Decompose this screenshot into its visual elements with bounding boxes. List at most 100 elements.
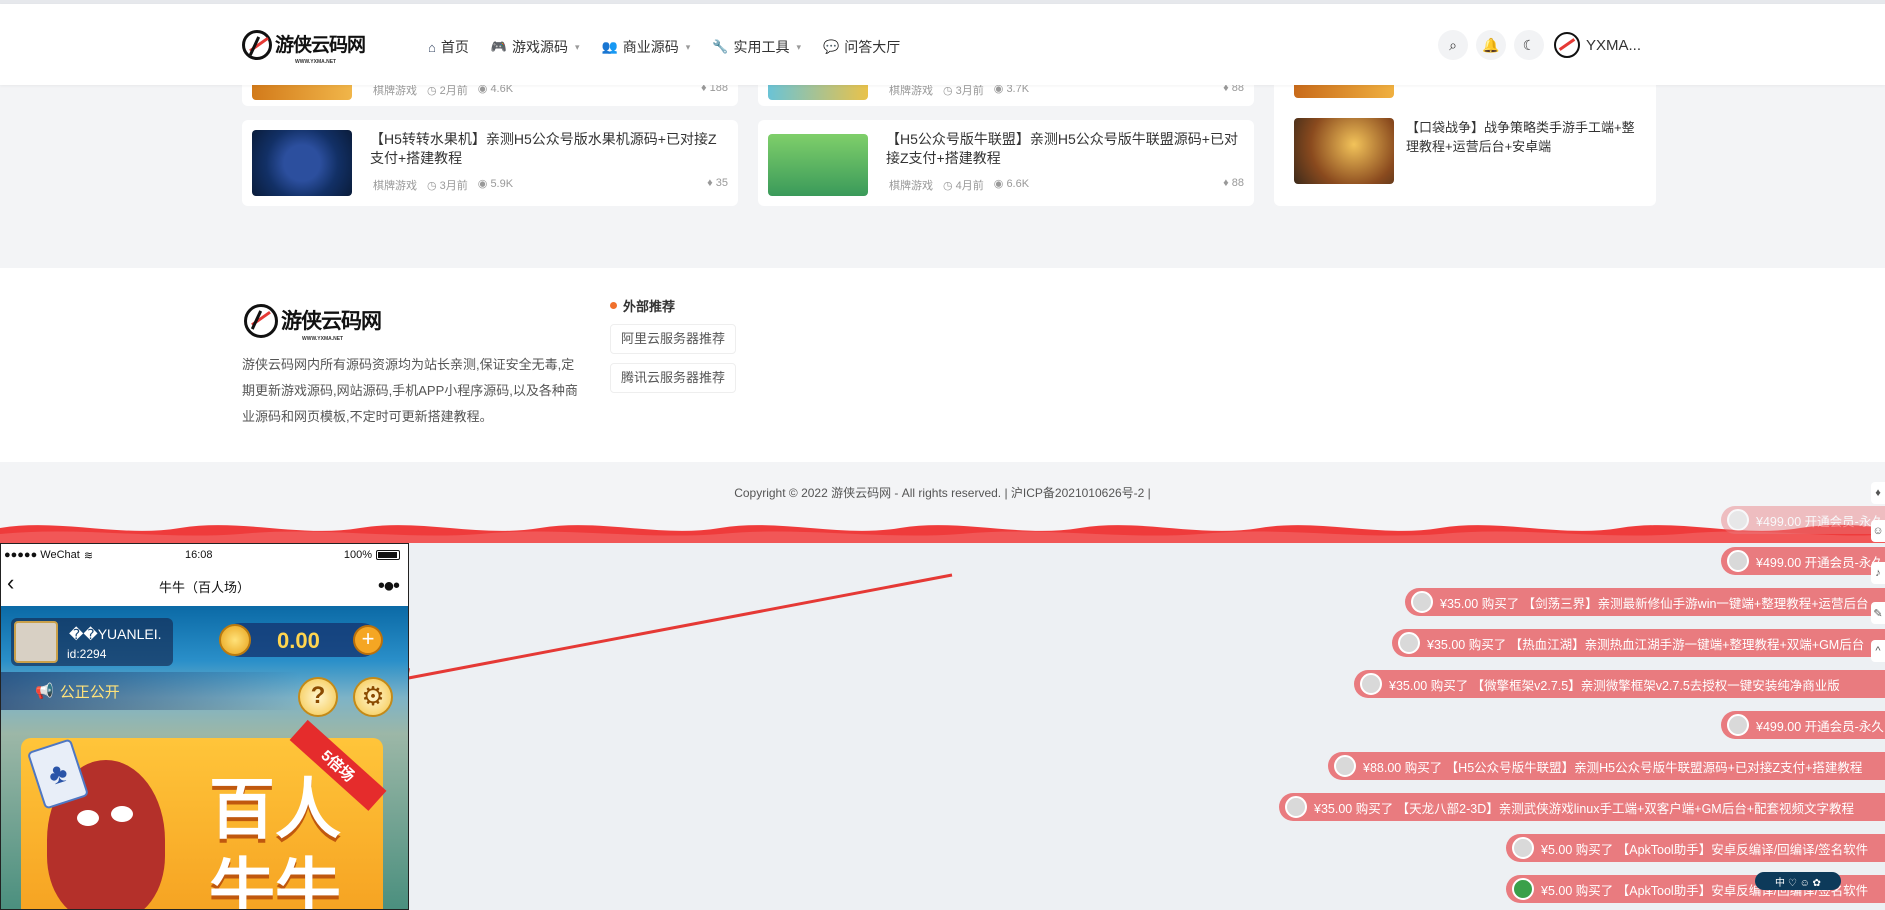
more-dots-icon[interactable]: •●•: [378, 575, 400, 598]
footer-link-aliyun[interactable]: 阿里云服务器推荐: [610, 324, 737, 354]
mini-widget-badge[interactable]: 中 ♡ ☺ ✿: [1755, 872, 1841, 890]
megaphone-icon: 📢: [35, 683, 54, 700]
settings-button[interactable]: ⚙: [353, 677, 393, 717]
purchase-notification: ¥35.00 购买了 【天龙八部2-3D】亲测武侠游戏linux手工端+双客户端…: [1279, 793, 1885, 821]
footer-link-tencent[interactable]: 腾讯云服务器推荐: [610, 363, 737, 393]
bell-icon: 🔔: [1482, 36, 1500, 53]
nav-label: 游戏源码: [512, 39, 569, 55]
battery-status: 100%: [344, 549, 400, 561]
site-logo[interactable]: 游侠云码网 WWW.YXMA.NET: [242, 30, 366, 65]
dark-mode-toggle[interactable]: ☾: [1514, 30, 1544, 60]
sidebar-post-list: 【口袋战争】战争策略类手游手工端+整理教程+运营后台+安卓端: [1274, 70, 1656, 206]
purchase-notification: ¥499.00 开通会员-永久: [1721, 506, 1885, 534]
post-likes: ♦ 88: [1223, 177, 1244, 189]
footer-description: 游侠云码网内所有源码资源均为站长亲测,保证安全无毒,定期更新游戏源码,网站源码,…: [242, 357, 578, 424]
post-card[interactable]: 【H5转转水果机】亲测H5公众号版水果机源码+已对接Z支付+搭建教程 棋牌游戏 ◷…: [242, 120, 738, 206]
likes-count: 35: [715, 177, 728, 189]
logo-text: 游侠云码网: [281, 308, 382, 333]
post-views: 6.6K: [1006, 178, 1030, 190]
likes-count: 88: [1231, 177, 1244, 189]
gear-icon: ⚙: [361, 681, 385, 711]
logo-text: 游侠云码网: [275, 33, 366, 56]
game-room-card[interactable]: 5倍场 ♣ 百人 牛牛: [21, 719, 387, 910]
notice-bar: 📢 公正公开: [1, 672, 301, 710]
page-title: 牛牛（百人场）: [158, 579, 250, 595]
chevron-down-icon: ▾: [796, 41, 802, 52]
post-category: 棋牌游戏: [373, 180, 417, 192]
back-to-top-icon[interactable]: ^: [1871, 640, 1885, 662]
clock-icon: ◷ 4月前: [943, 180, 984, 192]
nav-item-business-source[interactable]: 👥 商业源码 ▾: [602, 37, 691, 57]
carrier-text: ●●●●● WeChat: [4, 549, 80, 561]
player-name: ��YUANLEI.: [69, 626, 162, 642]
footer-logo[interactable]: 游侠云码网 WWW.YXMA.NET: [244, 304, 382, 342]
main-nav: ⌂ 首页 🎮 游戏源码 ▾ 👥 商业源码 ▾ 🔧 实用工具 ▾ 💬 问答大厅: [428, 37, 900, 57]
copyright: Copyright © 2022 游侠云码网 - All rights rese…: [734, 486, 1151, 500]
purchase-notification: ¥35.00 购买了 【微擎框架v2.7.5】亲测微擎框架v2.7.5去授权一键…: [1354, 670, 1885, 698]
status-time: 16:08: [185, 549, 213, 561]
post-thumbnail: [768, 134, 868, 196]
purchase-notification: ¥88.00 购买了 【H5公众号版牛联盟】亲测H5公众号版牛联盟源码+已对接Z…: [1328, 752, 1885, 780]
post-title[interactable]: 【H5转转水果机】亲测H5公众号版水果机源码+已对接Z支付+搭建教程: [370, 130, 730, 168]
purchase-notification: ¥35.00 购买了 【热血江湖】亲测热血江湖手游一键端+整理教程+双端+GM后…: [1392, 629, 1885, 657]
nav-item-tools[interactable]: 🔧 实用工具 ▾: [712, 37, 801, 57]
avatar: [1360, 673, 1382, 695]
chevron-down-icon: ▾: [685, 41, 691, 52]
battery-text: 100%: [343, 549, 372, 561]
notification-button[interactable]: 🔔: [1476, 30, 1506, 60]
bell-icon[interactable]: ♪: [1871, 562, 1885, 584]
username: YXMA...: [1586, 36, 1642, 54]
avatar: [1285, 796, 1307, 818]
player-id: id:2294: [67, 647, 107, 661]
post-title[interactable]: 【H5公众号版牛联盟】亲测H5公众号版牛联盟源码+已对接Z支付+搭建教程: [886, 130, 1246, 168]
post-time: 2月前: [439, 85, 468, 97]
avatar: [1727, 509, 1749, 531]
avatar: [1334, 755, 1356, 777]
bullet-dot-icon: [610, 302, 617, 309]
eye-icon: ◉ 5.9K: [477, 178, 514, 190]
battery-icon: [376, 550, 400, 560]
user-icon[interactable]: ☺: [1871, 520, 1885, 542]
post-card[interactable]: 【H5公众号版牛联盟】亲测H5公众号版牛联盟源码+已对接Z支付+搭建教程 棋牌游…: [758, 120, 1254, 206]
help-button[interactable]: ?: [298, 677, 338, 717]
site-header: 游侠云码网 WWW.YXMA.NET ⌂ 首页 🎮 游戏源码 ▾ 👥 商业源码 ▾ 🔧 实用…: [0, 4, 1885, 85]
red-wave-divider: [0, 524, 1885, 544]
logo-mark-icon: [242, 30, 272, 60]
purchase-text: ¥499.00 开通会员-永久: [1756, 719, 1884, 734]
search-icon: ⌕: [1449, 36, 1457, 53]
post-meta: 棋牌游戏 ◷ 4月前 ◉ 6.6K: [889, 177, 1029, 193]
avatar: [1512, 837, 1534, 859]
moon-icon: ☾: [1522, 36, 1536, 53]
post-meta: 棋牌游戏 ◷ 3月前 ◉ 5.9K: [373, 177, 513, 193]
purchase-text: ¥35.00 购买了 【剑荡三界】亲测最新修仙手游win一键端+整理教程+运营后…: [1440, 596, 1869, 611]
mascot-eye: [77, 810, 99, 826]
nav-label: 首页: [440, 39, 469, 55]
nav-item-qa[interactable]: 💬 问答大厅: [823, 37, 900, 57]
post-title[interactable]: 【口袋战争】战争策略类手游手工端+整理教程+运营后台+安卓端: [1406, 118, 1646, 156]
logo-subtext: WWW.YXMA.NET: [302, 336, 344, 342]
clock-icon: ◷ 3月前: [427, 180, 468, 192]
coin-balance: 0.00 +: [219, 623, 383, 657]
player-avatar: [14, 621, 58, 663]
player-info[interactable]: ��YUANLEI. id:2294: [11, 618, 173, 666]
purchase-notification: ¥35.00 购买了 【剑荡三界】亲测最新修仙手游win一键端+整理教程+运营后…: [1405, 588, 1885, 616]
footer-links-title: 外部推荐: [610, 296, 675, 315]
purchase-text: ¥5.00 购买了 【ApkTool助手】安卓反编译/回编译/签名软件: [1541, 842, 1869, 857]
search-button[interactable]: ⌕: [1438, 30, 1468, 60]
nav-item-game-source[interactable]: 🎮 游戏源码 ▾: [491, 37, 580, 57]
phone-screenshot: ●●●●● WeChat ≋ 16:08 100% ‹ 牛牛（百人场） •●• …: [0, 543, 409, 910]
vip-diamond-icon[interactable]: ♦: [1871, 482, 1885, 504]
banner-line-2: 牛牛: [209, 852, 341, 910]
add-coins-button[interactable]: +: [353, 625, 383, 655]
phone-status-bar: ●●●●● WeChat ≋ 16:08 100%: [1, 544, 408, 566]
nav-label: 问答大厅: [844, 39, 901, 55]
edit-icon[interactable]: ✎: [1871, 602, 1885, 624]
eye-icon: ◉ 6.6K: [993, 178, 1030, 190]
post-thumbnail[interactable]: [1294, 118, 1394, 184]
back-arrow-icon[interactable]: ‹: [7, 570, 14, 596]
avatar: [1727, 550, 1749, 572]
avatar: [1398, 632, 1420, 654]
post-category: 棋牌游戏: [889, 180, 933, 192]
nav-item-home[interactable]: ⌂ 首页: [428, 37, 469, 57]
user-menu[interactable]: YXMA...: [1554, 32, 1641, 58]
